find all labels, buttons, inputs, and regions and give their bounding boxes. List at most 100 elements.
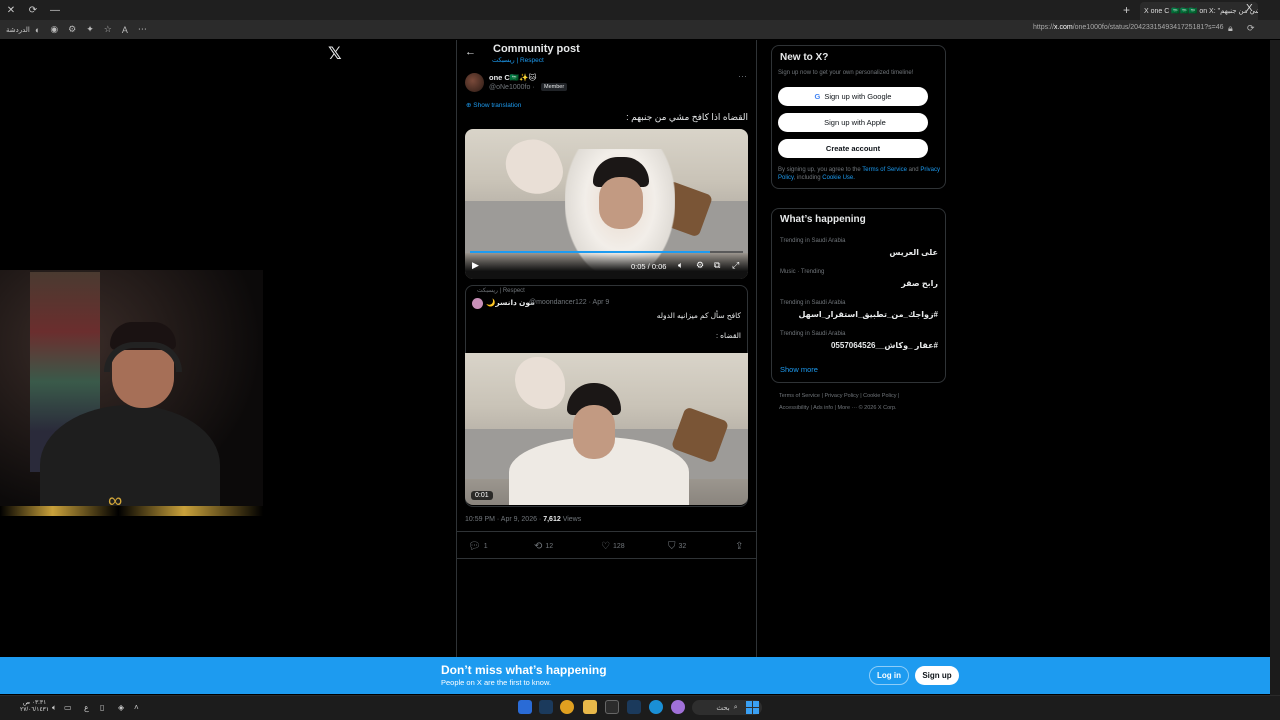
cookie-link[interactable]: Cookie Use. bbox=[822, 175, 855, 181]
trend-name[interactable]: #عقار _وكاش__0557064526 bbox=[780, 341, 938, 350]
banner-subtitle: People on X are the first to know. bbox=[441, 678, 552, 687]
battery-icon[interactable]: ▯ bbox=[100, 703, 104, 712]
fullscreen-icon[interactable]: ⤢ bbox=[732, 260, 739, 271]
tray-app-icon[interactable]: ◈ bbox=[118, 703, 124, 712]
scrollbar[interactable] bbox=[1270, 40, 1280, 695]
address-bar[interactable]: https://x.com/one1000fo/status/204233154… bbox=[1033, 24, 1224, 31]
store-icon[interactable] bbox=[605, 700, 619, 714]
x-favicon: X bbox=[1246, 3, 1253, 14]
new-to-x-title: New to X? bbox=[780, 52, 829, 63]
search-label: بحث bbox=[716, 704, 730, 712]
extensions-icon[interactable]: ⚙ bbox=[68, 24, 76, 35]
quoted-text-line1: كافح سأل كم ميزانيه الدوله bbox=[656, 311, 741, 320]
signup-legal-text: By signing up, you agree to the Terms of… bbox=[778, 166, 940, 182]
menu-icon[interactable]: ⋯ bbox=[138, 24, 147, 35]
settings-icon[interactable]: ⚙ bbox=[696, 260, 704, 271]
refresh-icon[interactable]: ⟳ bbox=[1247, 23, 1255, 34]
footer-links-row2[interactable]: Accessibility | Ads info | More ··· © 20… bbox=[779, 405, 897, 411]
chrome-icon[interactable] bbox=[560, 700, 574, 714]
x-logo[interactable]: 𝕏 bbox=[328, 44, 342, 64]
google-icon: G bbox=[814, 92, 821, 101]
profile-icon[interactable]: ◉ bbox=[50, 24, 58, 35]
read-aloud-icon[interactable]: A bbox=[122, 25, 128, 35]
apple-signup-button[interactable]: Sign up with Apple bbox=[778, 113, 928, 132]
trend-name[interactable]: على العريس bbox=[780, 248, 938, 257]
steam-icon[interactable] bbox=[539, 700, 553, 714]
minimize-icon[interactable]: — bbox=[44, 0, 66, 20]
views-count: 7,612 bbox=[543, 516, 561, 523]
volume-icon[interactable]: 🔈︎ bbox=[678, 260, 683, 271]
heart-icon: ♡ bbox=[601, 541, 610, 552]
bookmark-button[interactable]: ⛉ 32 bbox=[668, 541, 686, 552]
app-icon-purple[interactable] bbox=[671, 700, 685, 714]
back-arrow-icon[interactable]: ← bbox=[465, 46, 476, 58]
video-duration-badge: 0:01 bbox=[471, 491, 493, 500]
signup-banner bbox=[0, 657, 1270, 694]
trend-name[interactable]: رابح صقر bbox=[780, 279, 938, 288]
legal-text-a: By signing up, you agree to the bbox=[778, 167, 863, 173]
play-icon[interactable]: ▶ bbox=[472, 260, 479, 271]
terms-link[interactable]: Terms of Service bbox=[862, 167, 907, 173]
google-signup-label: Sign up with Google bbox=[824, 92, 892, 101]
taskbar-app-icon[interactable] bbox=[518, 700, 532, 714]
quoted-community: ريسبكت | Respect bbox=[477, 288, 525, 294]
repost-button[interactable]: ⟲ 12 bbox=[534, 541, 553, 552]
url-path: /one1000fo/status/2042331549341725181?s=… bbox=[1072, 24, 1224, 31]
steam-icon-2[interactable] bbox=[627, 700, 641, 714]
create-account-button[interactable]: Create account bbox=[778, 139, 928, 158]
avatar[interactable] bbox=[465, 73, 484, 92]
trend-context: Trending in Saudi Arabia bbox=[780, 300, 846, 306]
lock-icon: 🔒︎ bbox=[1228, 23, 1233, 33]
signup-button[interactable]: Sign up bbox=[915, 666, 959, 685]
views-label: Views bbox=[560, 516, 582, 523]
windows-start-icon[interactable] bbox=[746, 701, 759, 714]
chat-label[interactable]: الدردشة bbox=[6, 26, 30, 34]
more-options-icon[interactable]: ··· bbox=[738, 71, 747, 81]
reply-button[interactable]: 💬︎ 1 bbox=[468, 541, 488, 552]
edge-icon[interactable] bbox=[649, 700, 663, 714]
language-indicator[interactable]: ع bbox=[84, 703, 89, 712]
network-icon[interactable]: ▭ bbox=[64, 703, 72, 712]
cam-gold-border bbox=[0, 506, 263, 516]
post-video[interactable]: ▶ 0:05 / 0:06 🔈︎ ⚙ ⧉ ⤢ bbox=[465, 129, 748, 279]
video-progress-bar[interactable] bbox=[470, 251, 743, 253]
like-count: 128 bbox=[612, 543, 625, 550]
bookmark-icon: ⛉ bbox=[668, 541, 676, 552]
cam-person-body bbox=[40, 405, 220, 516]
post-author-handle[interactable]: @oNe1000fo · bbox=[489, 84, 535, 91]
browser-tab-bar: ✕ ⟳ — + X one C 🇸🇦🇸🇦🇸🇦 on X: "القضاه اذا… bbox=[0, 0, 1280, 20]
taskbar-clock[interactable]: ٠٣:٣١ ص ٢٧/٠٦/١٤٣١ bbox=[20, 700, 49, 714]
browser-tab[interactable]: X one C 🇸🇦🇸🇦🇸🇦 on X: "القضاه اذا كافح مش… bbox=[1140, 2, 1258, 20]
post-author-name[interactable]: one C🇸🇦✨🐱 bbox=[489, 73, 536, 82]
post-meta: 10:59 PM · Apr 9, 2026 · 7,612 Views bbox=[465, 516, 581, 523]
search-icon: ⌕ bbox=[733, 703, 738, 711]
share-button[interactable]: ⇪ bbox=[735, 541, 743, 552]
repost-count: 12 bbox=[545, 543, 554, 550]
favorites-icon[interactable]: ☆ bbox=[104, 24, 112, 35]
login-button[interactable]: Log in bbox=[869, 666, 909, 685]
divider bbox=[457, 531, 756, 532]
file-explorer-icon[interactable] bbox=[583, 700, 597, 714]
reload-icon[interactable]: ⟳ bbox=[22, 0, 44, 20]
chevron-up-icon[interactable]: ˄ bbox=[134, 703, 139, 712]
google-signup-button[interactable]: G Sign up with Google bbox=[778, 87, 928, 106]
community-link[interactable]: ريسبكت | Respect bbox=[492, 56, 544, 64]
new-tab-button[interactable]: + bbox=[1123, 3, 1130, 17]
footer-links-row1[interactable]: Terms of Service | Privacy Policy | Cook… bbox=[779, 393, 899, 399]
video2-frame-face bbox=[573, 405, 615, 459]
reply-icon: 💬︎ bbox=[468, 541, 481, 552]
like-button[interactable]: ♡ 128 bbox=[601, 541, 625, 552]
trend-name[interactable]: #زواجك_من_تطبيق_استقرار_اسهل bbox=[780, 310, 938, 319]
copilot-icon[interactable]: ◐ bbox=[35, 25, 40, 35]
window-close-icon[interactable]: ✕ bbox=[0, 0, 22, 20]
speaker-icon[interactable]: 🔈︎ bbox=[52, 703, 57, 713]
collections-icon[interactable]: ✦ bbox=[86, 24, 94, 35]
whats-happening-title: What’s happening bbox=[780, 214, 866, 225]
show-more-link[interactable]: Show more bbox=[780, 365, 818, 374]
pip-icon[interactable]: ⧉ bbox=[714, 260, 720, 271]
quoted-video[interactable]: 0:01 bbox=[465, 353, 748, 505]
whats-happening-card bbox=[771, 208, 946, 383]
webcam-overlay: ∞ bbox=[0, 270, 263, 516]
video-controls bbox=[465, 253, 748, 279]
show-translation-link[interactable]: ⊕ Show translation bbox=[466, 101, 521, 109]
